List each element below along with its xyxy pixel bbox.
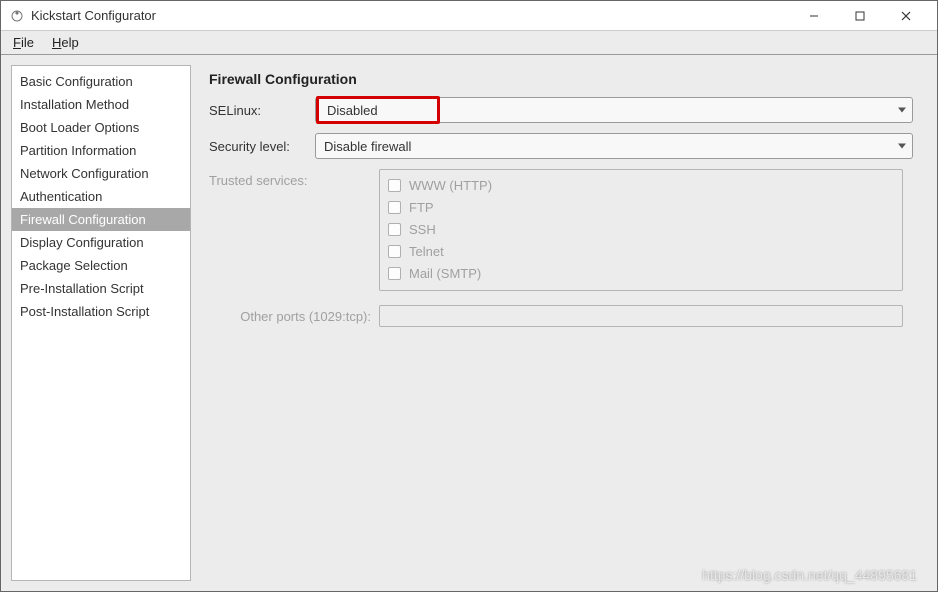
sidebar-item-authentication[interactable]: Authentication [12,185,190,208]
sidebar-item-network-configuration[interactable]: Network Configuration [12,162,190,185]
menubar: File Help [1,31,937,55]
close-button[interactable] [883,1,929,31]
sidebar-item-basic-configuration[interactable]: Basic Configuration [12,70,190,93]
label-other-ports: Other ports (1029:tcp): [209,309,379,324]
watermark-text: https://blog.csdn.net/qq_44895681 [702,567,917,583]
checkbox-icon [388,267,401,280]
row-other-ports: Other ports (1029:tcp): [209,305,913,327]
checkbox-label: Mail (SMTP) [409,266,481,281]
input-other-ports[interactable] [379,305,903,327]
main-panel: Firewall Configuration SELinux: Disabled… [205,61,931,585]
sidebar-item-package-selection[interactable]: Package Selection [12,254,190,277]
menu-help[interactable]: Help [44,33,87,52]
chevron-down-icon [898,144,906,149]
select-security-level[interactable]: Disable firewall [315,133,913,159]
window-controls [791,1,929,31]
menu-file[interactable]: File [5,33,42,52]
app-window: Kickstart Configurator File Help Basic C… [0,0,938,592]
window-title: Kickstart Configurator [31,8,791,23]
checkbox-label: SSH [409,222,436,237]
checkbox-ftp[interactable]: FTP [388,196,894,218]
trusted-services-panel: WWW (HTTP) FTP SSH Telnet [379,169,903,291]
checkbox-label: Telnet [409,244,444,259]
checkbox-icon [388,179,401,192]
checkbox-label: FTP [409,200,434,215]
checkbox-icon [388,223,401,236]
checkbox-label: WWW (HTTP) [409,178,492,193]
sidebar: Basic Configuration Installation Method … [11,65,191,581]
page-title: Firewall Configuration [209,71,913,87]
checkbox-www-http[interactable]: WWW (HTTP) [388,174,894,196]
checkbox-telnet[interactable]: Telnet [388,240,894,262]
select-security-level-value: Disable firewall [324,139,411,154]
sidebar-item-post-installation-script[interactable]: Post-Installation Script [12,300,190,323]
highlight-annotation: Disabled [316,96,440,124]
app-icon [9,8,25,24]
checkbox-icon [388,245,401,258]
select-selinux[interactable]: Disabled [315,97,913,123]
minimize-button[interactable] [791,1,837,31]
label-security-level: Security level: [209,139,315,154]
label-selinux: SELinux: [209,103,315,118]
checkbox-icon [388,201,401,214]
body-area: Basic Configuration Installation Method … [1,55,937,591]
chevron-down-icon [898,108,906,113]
row-security-level: Security level: Disable firewall [209,133,913,159]
row-selinux: SELinux: Disabled [209,97,913,123]
sidebar-item-partition-information[interactable]: Partition Information [12,139,190,162]
select-selinux-value: Disabled [319,99,437,121]
sidebar-item-boot-loader-options[interactable]: Boot Loader Options [12,116,190,139]
checkbox-ssh[interactable]: SSH [388,218,894,240]
row-trusted-services: Trusted services: WWW (HTTP) FTP SSH [209,169,913,291]
sidebar-item-display-configuration[interactable]: Display Configuration [12,231,190,254]
sidebar-item-pre-installation-script[interactable]: Pre-Installation Script [12,277,190,300]
label-trusted-services: Trusted services: [209,169,379,188]
titlebar: Kickstart Configurator [1,1,937,31]
checkbox-mail-smtp[interactable]: Mail (SMTP) [388,262,894,284]
maximize-button[interactable] [837,1,883,31]
sidebar-item-firewall-configuration[interactable]: Firewall Configuration [12,208,190,231]
sidebar-item-installation-method[interactable]: Installation Method [12,93,190,116]
